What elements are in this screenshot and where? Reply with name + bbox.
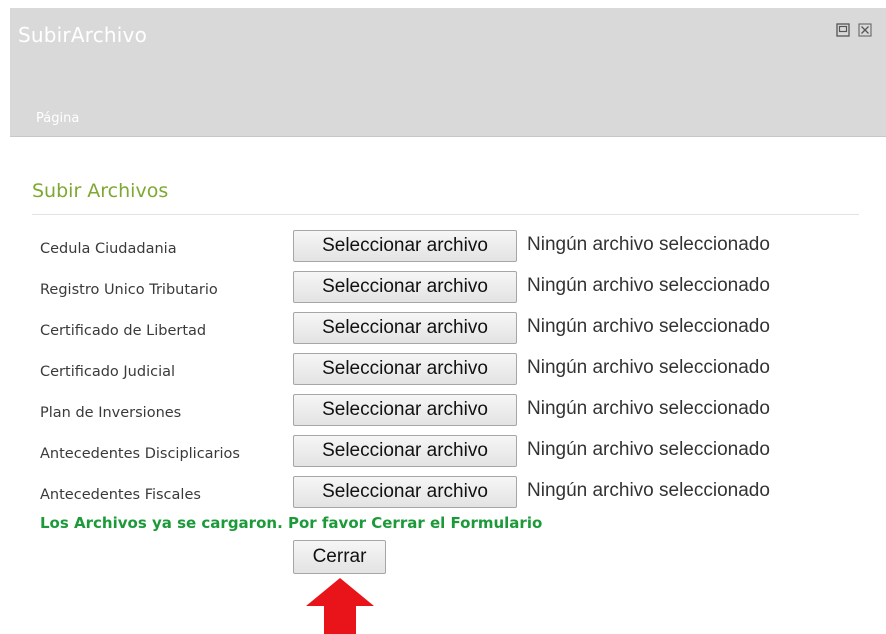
file-status: Ningún archivo seleccionado <box>527 275 770 296</box>
dialog-header: SubirArchivo Página <box>10 8 886 137</box>
row-label: Antecedentes Fiscales <box>40 487 201 503</box>
select-file-button[interactable]: Seleccionar archivo <box>293 230 517 262</box>
select-file-button[interactable]: Seleccionar archivo <box>293 312 517 344</box>
success-message: Los Archivos ya se cargaron. Por favor C… <box>40 514 543 532</box>
row-label: Antecedentes Disciplicarios <box>40 446 240 462</box>
file-status: Ningún archivo seleccionado <box>527 398 770 419</box>
file-status: Ningún archivo seleccionado <box>527 316 770 337</box>
select-file-button[interactable]: Seleccionar archivo <box>293 435 517 467</box>
file-status: Ningún archivo seleccionado <box>527 234 770 255</box>
red-arrow-up-icon <box>306 578 374 634</box>
upload-dialog: SubirArchivo Página Subir Archivos Cedul… <box>10 8 886 634</box>
row-label: Cedula Ciudadania <box>40 241 177 257</box>
close-icon[interactable] <box>858 23 872 37</box>
section-title: Subir Archivos <box>32 180 169 202</box>
breadcrumb[interactable]: Página <box>36 111 79 126</box>
file-status: Ningún archivo seleccionado <box>527 439 770 460</box>
section-divider <box>32 214 859 215</box>
select-file-button[interactable]: Seleccionar archivo <box>293 271 517 303</box>
close-form-button[interactable]: Cerrar <box>293 540 386 574</box>
row-label: Certificado de Libertad <box>40 323 207 339</box>
file-status: Ningún archivo seleccionado <box>527 480 770 501</box>
file-status: Ningún archivo seleccionado <box>527 357 770 378</box>
select-file-button[interactable]: Seleccionar archivo <box>293 394 517 426</box>
row-label: Plan de Inversiones <box>40 405 182 421</box>
maximize-icon[interactable] <box>836 23 850 37</box>
select-file-button[interactable]: Seleccionar archivo <box>293 353 517 385</box>
dialog-title: SubirArchivo <box>18 23 148 47</box>
select-file-button[interactable]: Seleccionar archivo <box>293 476 517 508</box>
row-label: Certificado Judicial <box>40 364 176 380</box>
row-label: Registro Unico Tributario <box>40 282 218 298</box>
